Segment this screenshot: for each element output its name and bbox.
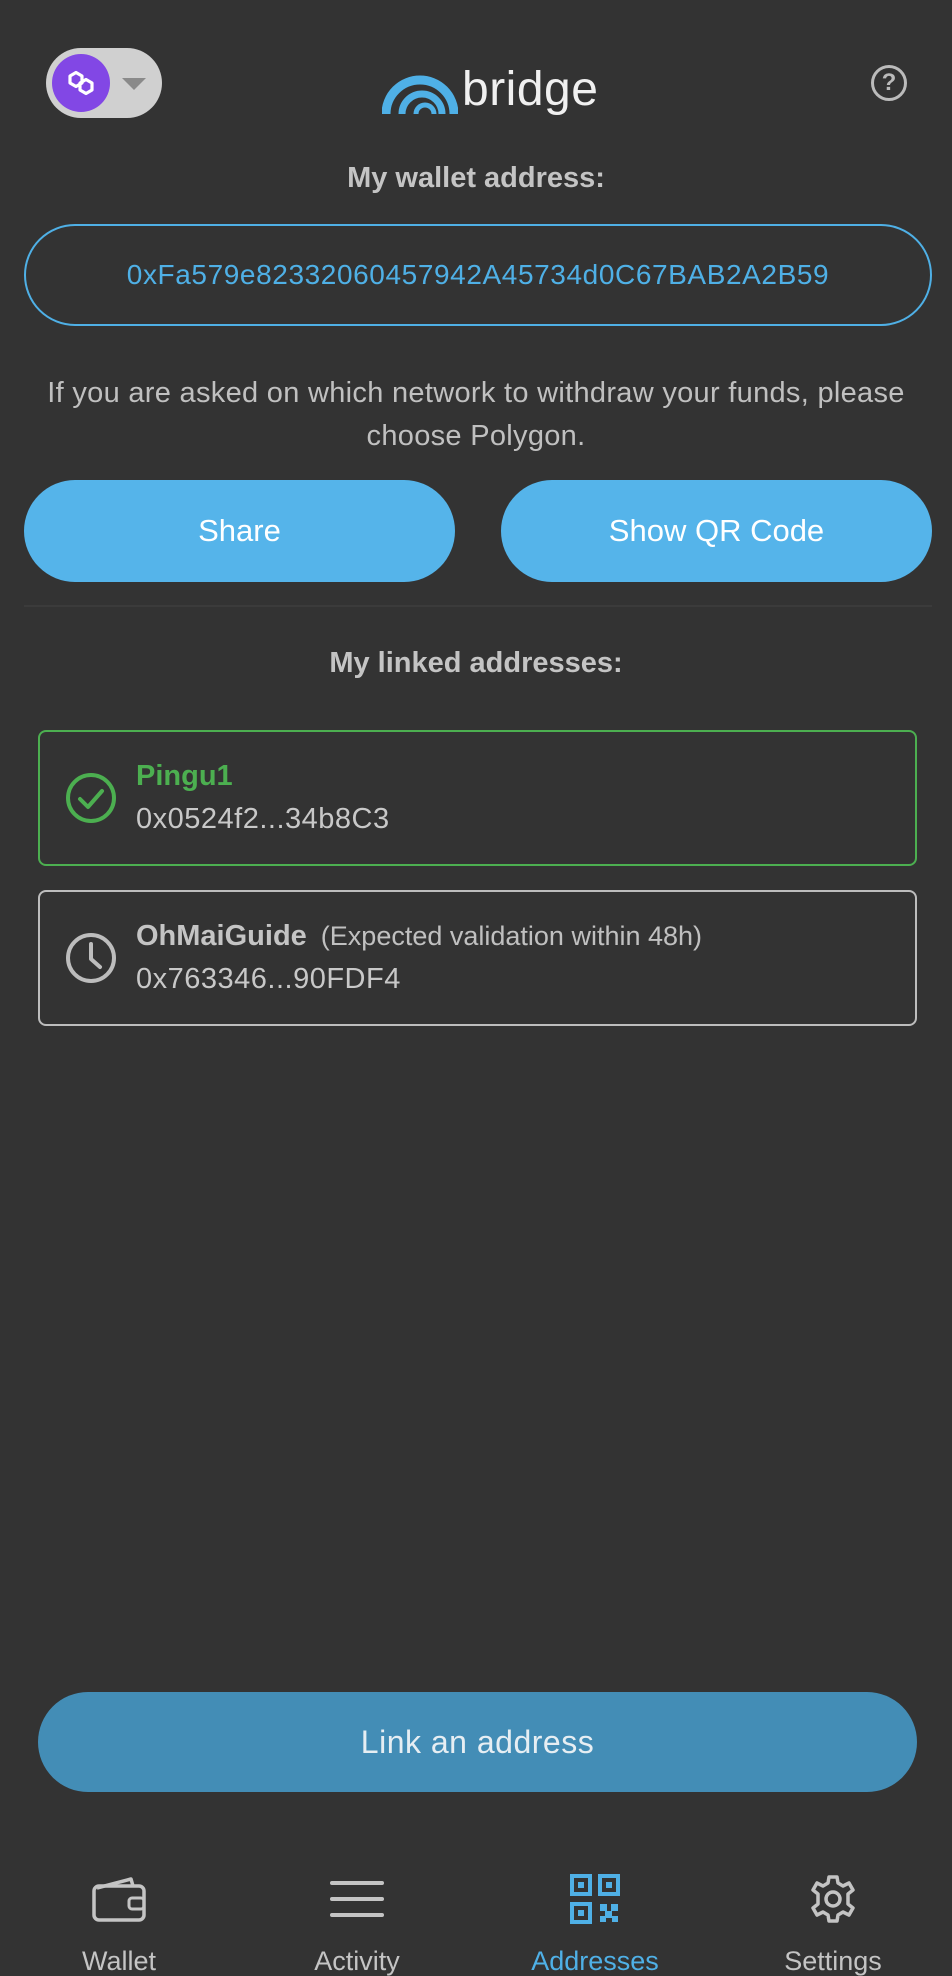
linked-address-item[interactable]: OhMaiGuide (Expected validation within 4… <box>38 890 917 1026</box>
tab-activity[interactable]: Activity <box>238 1860 476 1976</box>
check-circle-icon <box>66 773 116 823</box>
logo-text: bridge <box>462 63 599 116</box>
network-selector[interactable] <box>46 48 162 118</box>
linked-address-name: Pingu1 <box>136 760 233 792</box>
clock-icon <box>66 933 116 983</box>
linked-addresses-title: My linked addresses: <box>329 647 623 679</box>
wallet-address-value: 0xFa579e82332060457942A45734d0C67BAB2A2B… <box>126 259 830 290</box>
share-button[interactable]: Share <box>24 480 455 582</box>
polygon-icon <box>52 54 110 112</box>
wallet-address-title: My wallet address: <box>347 162 605 194</box>
gear-icon <box>811 1875 855 1923</box>
wallet-address-field[interactable]: 0xFa579e82332060457942A45734d0C67BAB2A2B… <box>24 224 932 326</box>
validation-note: (Expected validation within 48h) <box>320 921 703 951</box>
bridge-arc-icon <box>382 75 458 114</box>
linked-address-value: 0x0524f2...34b8C3 <box>136 803 390 835</box>
linked-address-item[interactable]: Pingu1 0x0524f2...34b8C3 <box>38 730 917 866</box>
linked-address-name: OhMaiGuide <box>136 920 307 952</box>
network-notice: If you are asked on which network to wit… <box>47 377 905 452</box>
wallet-icon <box>92 1877 146 1922</box>
tab-label: Addresses <box>531 1946 659 1976</box>
app-header: bridge ? <box>0 0 952 170</box>
tab-wallet[interactable]: Wallet <box>0 1860 238 1976</box>
chevron-down-icon <box>122 78 146 90</box>
tab-label: Settings <box>784 1946 882 1976</box>
question-circle-icon[interactable]: ? <box>871 65 907 101</box>
tab-label: Wallet <box>81 1946 156 1976</box>
list-icon <box>330 1881 384 1917</box>
linked-address-value: 0x763346...90FDF4 <box>136 963 401 995</box>
bottom-tab-bar: Wallet Activity Addresses Settings <box>0 1860 952 1976</box>
show-qr-code-button[interactable]: Show QR Code <box>501 480 932 582</box>
tab-addresses[interactable]: Addresses <box>476 1860 714 1976</box>
bridge-logo: bridge <box>382 54 598 114</box>
tab-label: Activity <box>314 1946 400 1976</box>
qr-code-icon <box>570 1874 620 1924</box>
link-address-button[interactable]: Link an address <box>38 1692 917 1792</box>
divider <box>24 605 932 607</box>
tab-settings[interactable]: Settings <box>714 1860 952 1976</box>
